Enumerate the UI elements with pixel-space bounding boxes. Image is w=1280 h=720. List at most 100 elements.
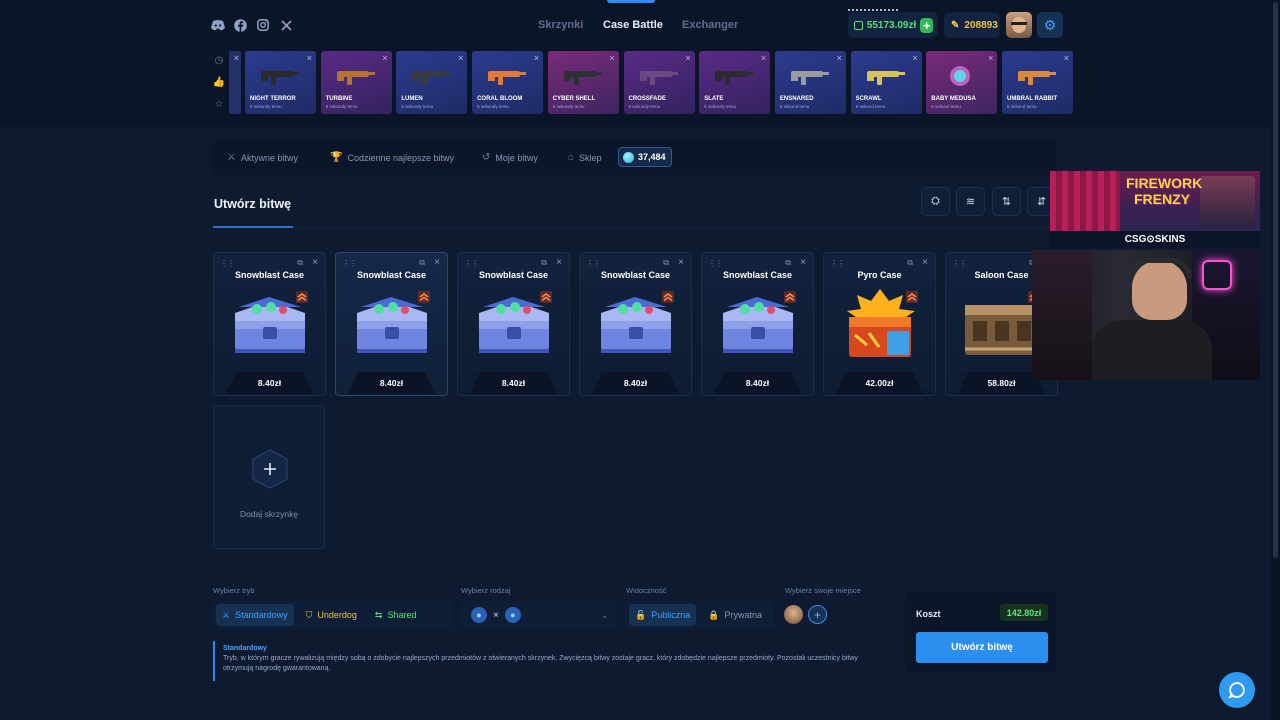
- copy-icon[interactable]: ⧉: [297, 258, 303, 268]
- drop-time: 5 sekundy temu: [401, 104, 434, 109]
- drop-time: 5 sekund temu: [779, 104, 810, 109]
- add-balance-button[interactable]: +: [920, 17, 933, 33]
- copy-icon[interactable]: ⧉: [419, 258, 425, 268]
- live-drop-item[interactable]: × NIGHT TERROR 5 sekundy temu: [245, 51, 316, 114]
- x-icon[interactable]: [278, 17, 294, 33]
- weapon-icon: [488, 71, 527, 85]
- scrollbar-thumb[interactable]: [1273, 2, 1278, 558]
- live-drop-item[interactable]: × UMBRAL RABBIT 5 sekund temu: [1002, 51, 1073, 114]
- trophy-icon: 🏆: [330, 152, 343, 163]
- case-card[interactable]: ⋮⋮ ⧉ × Snowblast Case 8.40zł: [701, 252, 814, 396]
- nav-case-battle[interactable]: Case Battle: [603, 19, 663, 31]
- user-avatar[interactable]: [1006, 12, 1032, 38]
- clock-icon[interactable]: ◷: [213, 54, 225, 66]
- live-drop-item[interactable]: × SLATE 5 sekundy temu: [699, 51, 771, 114]
- layers-icon[interactable]: ≋: [956, 187, 985, 216]
- live-drop-item[interactable]: × ENSNARED 5 sekund temu: [774, 51, 846, 114]
- close-icon[interactable]: ×: [912, 53, 917, 63]
- case-card[interactable]: ⋮⋮ ⧉ × Snowblast Case 8.40zł: [579, 252, 692, 396]
- live-drop-item[interactable]: × LUMEN 5 sekundy temu: [396, 51, 468, 114]
- star-icon[interactable]: ☆: [213, 98, 225, 110]
- webcam-overlay: [1032, 250, 1260, 380]
- drag-handle-icon[interactable]: ⋮⋮: [708, 259, 723, 268]
- case-card[interactable]: ⋮⋮ ⧉ × Snowblast Case 8.40zł: [213, 252, 326, 396]
- thumbs-up-icon[interactable]: 👍: [213, 76, 225, 88]
- drop-name: CROSSFADE: [628, 96, 666, 102]
- case-card[interactable]: ⋮⋮ ⧉ × Snowblast Case 8.40zł: [335, 252, 448, 396]
- case-card[interactable]: ⋮⋮ ⧉ × Pyro Case 42.00zł: [823, 252, 936, 396]
- tab-shop[interactable]: ⌂ Sklep: [568, 152, 602, 163]
- drag-handle-icon[interactable]: ⋮⋮: [220, 259, 235, 268]
- saloon-case-image: [965, 305, 1039, 355]
- tab-daily-best[interactable]: 🏆 Codzienne najlepsze bitwy: [330, 152, 454, 163]
- nav-cases[interactable]: Skrzynki: [538, 19, 583, 31]
- coins-badge[interactable]: 37,484: [618, 147, 672, 167]
- copy-icon[interactable]: ⧉: [663, 258, 669, 268]
- drop-name: CYBER SHELL: [552, 96, 596, 102]
- balance-pill[interactable]: 55173.09zł +: [848, 12, 938, 38]
- discord-icon[interactable]: [210, 17, 226, 33]
- weapon-icon: [866, 71, 905, 85]
- close-icon[interactable]: ×: [800, 257, 806, 268]
- type-selector[interactable]: ● × ● ⌄: [461, 601, 616, 629]
- drop-name: ENSNARED: [779, 96, 814, 102]
- weapon-icon: [563, 71, 602, 85]
- close-icon[interactable]: ×: [458, 53, 463, 63]
- close-icon[interactable]: ×: [534, 53, 539, 63]
- live-drop-item[interactable]: × CROSSFADE 5 sekundy temu: [623, 51, 695, 114]
- close-icon[interactable]: ×: [556, 257, 562, 268]
- points-pill[interactable]: ✎ 208893: [944, 12, 1000, 38]
- close-icon[interactable]: ×: [837, 53, 842, 63]
- instagram-icon[interactable]: [255, 17, 271, 33]
- tab-active-battles[interactable]: ⚔ Aktywne bitwy: [227, 152, 298, 163]
- copy-icon[interactable]: ⧉: [785, 258, 791, 268]
- live-drop-item[interactable]: × BABY MEDUSA 5 sekund temu: [926, 51, 998, 114]
- live-drop-item[interactable]: × CYBER SHELL 5 sekundy temu: [547, 51, 619, 114]
- settings-gear-icon[interactable]: ⚙: [1037, 12, 1063, 38]
- drop-name: BABY MEDUSA: [931, 96, 976, 102]
- drop-time: 5 sekundy temu: [477, 104, 509, 109]
- drop-name: LUMEN: [401, 96, 423, 102]
- nav-exchanger[interactable]: Exchanger: [682, 19, 738, 31]
- close-icon[interactable]: ×: [312, 257, 318, 268]
- visibility-public[interactable]: 🔓 Publiczna: [629, 604, 697, 626]
- bot-icon[interactable]: ⛭: [921, 187, 950, 216]
- close-icon[interactable]: ×: [610, 53, 615, 63]
- mode-underdog[interactable]: ⛉ Underdog: [300, 604, 363, 626]
- close-icon[interactable]: ×: [1064, 53, 1069, 63]
- shared-icon: ⇆: [374, 609, 383, 620]
- drag-handle-icon[interactable]: ⋮⋮: [586, 259, 601, 268]
- drag-handle-icon[interactable]: ⋮⋮: [464, 259, 479, 268]
- create-battle-button[interactable]: Utwórz bitwę: [916, 632, 1048, 663]
- mode-standard[interactable]: ⚔ Standardowy: [216, 604, 294, 626]
- drag-handle-icon[interactable]: ⋮⋮: [342, 259, 357, 268]
- close-icon[interactable]: ×: [434, 257, 440, 268]
- add-case-card[interactable]: Dodaj skrzynkę: [213, 405, 325, 549]
- seat-avatar[interactable]: [784, 605, 803, 624]
- copy-icon[interactable]: ⧉: [541, 258, 547, 268]
- close-icon[interactable]: ×: [685, 53, 690, 63]
- add-seat-button[interactable]: +: [808, 605, 827, 624]
- live-drop-item[interactable]: × SCRAWL 5 sekund temu: [850, 51, 922, 114]
- sort-asc-icon[interactable]: ⇅: [992, 187, 1021, 216]
- chat-button[interactable]: [1219, 672, 1255, 708]
- live-drop-item[interactable]: × CORAL BLOOM 5 sekundy temu: [472, 51, 544, 114]
- snowblast-case-image: [723, 297, 793, 353]
- drag-handle-icon[interactable]: ⋮⋮: [952, 259, 967, 268]
- visibility-private[interactable]: 🔒 Prywatna: [702, 604, 768, 626]
- facebook-icon[interactable]: [232, 17, 248, 33]
- close-icon[interactable]: ×: [988, 53, 993, 63]
- copy-icon[interactable]: ⧉: [907, 258, 913, 268]
- close-icon[interactable]: ×: [678, 257, 684, 268]
- mode-description: Standardowy Tryb, w którym gracze rywali…: [213, 641, 889, 681]
- drag-handle-icon[interactable]: ⋮⋮: [830, 259, 845, 268]
- live-drop-item[interactable]: × TURBINE 5 sekundy temu: [320, 51, 392, 114]
- close-icon[interactable]: ×: [382, 53, 387, 63]
- unlock-icon: 🔓: [635, 609, 647, 620]
- tab-my-battles[interactable]: ↺ Moje bitwy: [482, 152, 538, 163]
- mode-shared[interactable]: ⇆ Shared: [369, 604, 423, 626]
- close-icon[interactable]: ×: [761, 53, 766, 63]
- case-card[interactable]: ⋮⋮ ⧉ × Snowblast Case 8.40zł: [457, 252, 570, 396]
- close-icon[interactable]: ×: [922, 257, 928, 268]
- close-icon[interactable]: ×: [307, 53, 312, 63]
